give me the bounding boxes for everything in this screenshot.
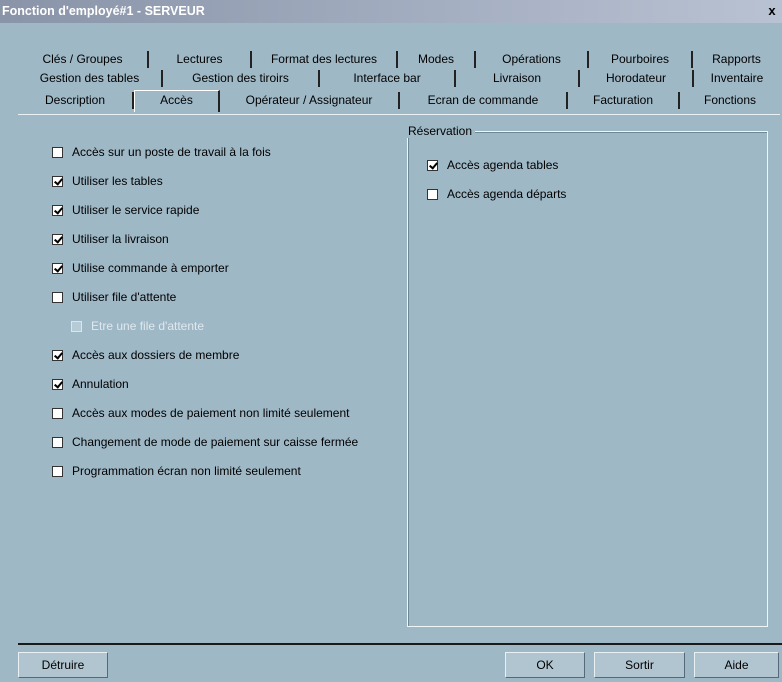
tab-ecran-de-commande[interactable]: Ecran de commande [400, 92, 568, 109]
option-commande-emporter[interactable]: Utilise commande à emporter [52, 259, 229, 277]
option-label: Accès agenda départs [447, 187, 567, 201]
tab-panel-edge [18, 114, 780, 115]
option-label: Utilise commande à emporter [72, 261, 229, 275]
option-label: Changement de mode de paiement sur caiss… [72, 435, 359, 449]
option-label: Etre une file d'attente [91, 319, 205, 333]
tab-gestion-des-tables[interactable]: Gestion des tables [18, 70, 163, 87]
option-acces-poste-unique[interactable]: Accès sur un poste de travail à la fois [52, 143, 271, 161]
exit-button[interactable]: Sortir [594, 652, 685, 678]
option-programmation-ecran[interactable]: Programmation écran non limité seulement [52, 462, 301, 480]
checkbox[interactable] [52, 262, 63, 274]
tab-row-2: Gestion des tables Gestion des tiroirs I… [18, 70, 780, 88]
tab-row-1: Clés / Groupes Lectures Format des lectu… [18, 51, 780, 69]
reservation-group-title: Réservation [407, 124, 476, 138]
reservation-group [407, 131, 768, 627]
tab-cles-groupes[interactable]: Clés / Groupes [18, 51, 149, 68]
tab-facturation[interactable]: Facturation [568, 92, 680, 109]
tab-fonctions[interactable]: Fonctions [680, 92, 780, 109]
checkbox[interactable] [52, 204, 63, 216]
ok-button[interactable]: OK [505, 652, 585, 678]
checkbox[interactable] [52, 146, 63, 158]
delete-button[interactable]: Détruire [18, 652, 108, 678]
close-button[interactable]: x [764, 3, 780, 18]
option-agenda-tables[interactable]: Accès agenda tables [427, 156, 558, 174]
window-title: Fonction d'employé#1 - SERVEUR [2, 4, 205, 18]
tab-row-3: Description Accès Opérateur / Assignateu… [18, 90, 780, 112]
tab-livraison[interactable]: Livraison [456, 70, 580, 87]
option-label: Accès aux modes de paiement non limité s… [72, 406, 350, 420]
tab-lectures[interactable]: Lectures [149, 51, 252, 68]
option-label: Accès agenda tables [447, 158, 559, 172]
option-utiliser-tables[interactable]: Utiliser les tables [52, 172, 163, 190]
checkbox[interactable] [52, 465, 63, 477]
title-bar: Fonction d'employé#1 - SERVEUR x [0, 0, 782, 23]
option-label: Utiliser la livraison [72, 232, 169, 246]
checkbox[interactable] [52, 436, 63, 448]
tab-description[interactable]: Description [18, 92, 134, 109]
tab-horodateur[interactable]: Horodateur [580, 70, 694, 87]
option-label: Accès aux dossiers de membre [72, 348, 240, 362]
option-label: Utiliser le service rapide [72, 203, 200, 217]
checkbox[interactable] [52, 378, 63, 390]
option-etre-file-attente: Etre une file d'attente [71, 317, 204, 335]
checkbox[interactable] [427, 188, 438, 200]
option-file-attente[interactable]: Utiliser file d'attente [52, 288, 176, 306]
option-annulation[interactable]: Annulation [52, 375, 129, 393]
tab-rapports[interactable]: Rapports [693, 51, 780, 68]
option-label: Accès sur un poste de travail à la fois [72, 145, 271, 159]
option-label: Programmation écran non limité seulement [72, 464, 301, 478]
option-label: Utiliser file d'attente [72, 290, 177, 304]
option-livraison[interactable]: Utiliser la livraison [52, 230, 169, 248]
option-dossiers-membre[interactable]: Accès aux dossiers de membre [52, 346, 239, 364]
tab-operations[interactable]: Opérations [476, 51, 589, 68]
tab-inventaire[interactable]: Inventaire [694, 70, 780, 87]
option-modes-paiement-non-limite[interactable]: Accès aux modes de paiement non limité s… [52, 404, 349, 422]
checkbox[interactable] [52, 407, 63, 419]
tab-pourboires[interactable]: Pourboires [589, 51, 693, 68]
checkbox[interactable] [52, 233, 63, 245]
checkbox[interactable] [52, 175, 63, 187]
option-changement-mode-paiement[interactable]: Changement de mode de paiement sur caiss… [52, 433, 358, 451]
tab-interface-bar[interactable]: Interface bar [320, 70, 456, 87]
bottom-separator [18, 643, 782, 645]
tab-operateur-assignateur[interactable]: Opérateur / Assignateur [220, 92, 400, 109]
checkbox[interactable] [52, 349, 63, 361]
help-button[interactable]: Aide [694, 652, 779, 678]
checkbox[interactable] [427, 159, 438, 171]
tab-acces[interactable]: Accès [134, 90, 220, 112]
option-label: Utiliser les tables [72, 174, 163, 188]
option-agenda-departs[interactable]: Accès agenda départs [427, 185, 566, 203]
checkbox [71, 320, 82, 332]
tab-gestion-des-tiroirs[interactable]: Gestion des tiroirs [163, 70, 320, 87]
tab-modes[interactable]: Modes [398, 51, 476, 68]
option-label: Annulation [72, 377, 129, 391]
option-service-rapide[interactable]: Utiliser le service rapide [52, 201, 199, 219]
tab-format-des-lectures[interactable]: Format des lectures [252, 51, 398, 68]
checkbox[interactable] [52, 291, 63, 303]
